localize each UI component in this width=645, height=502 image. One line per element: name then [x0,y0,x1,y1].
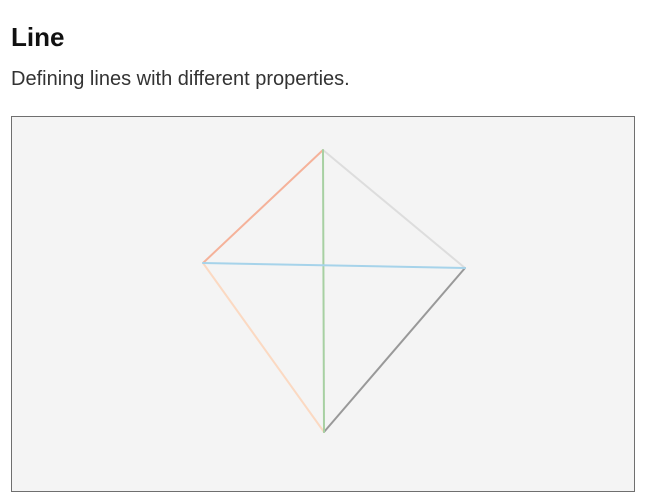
page-title: Line [11,22,65,52]
top-left-line [202,149,324,264]
bottom-right-line [323,267,466,433]
vertical-line [322,149,325,433]
page-subtitle: Defining lines with different properties… [11,68,350,90]
bottom-left-line [202,262,325,433]
line-drawing [202,149,466,433]
top-right-line [322,149,466,269]
horizontal-line [202,262,466,269]
line-demo-canvas [11,116,635,492]
